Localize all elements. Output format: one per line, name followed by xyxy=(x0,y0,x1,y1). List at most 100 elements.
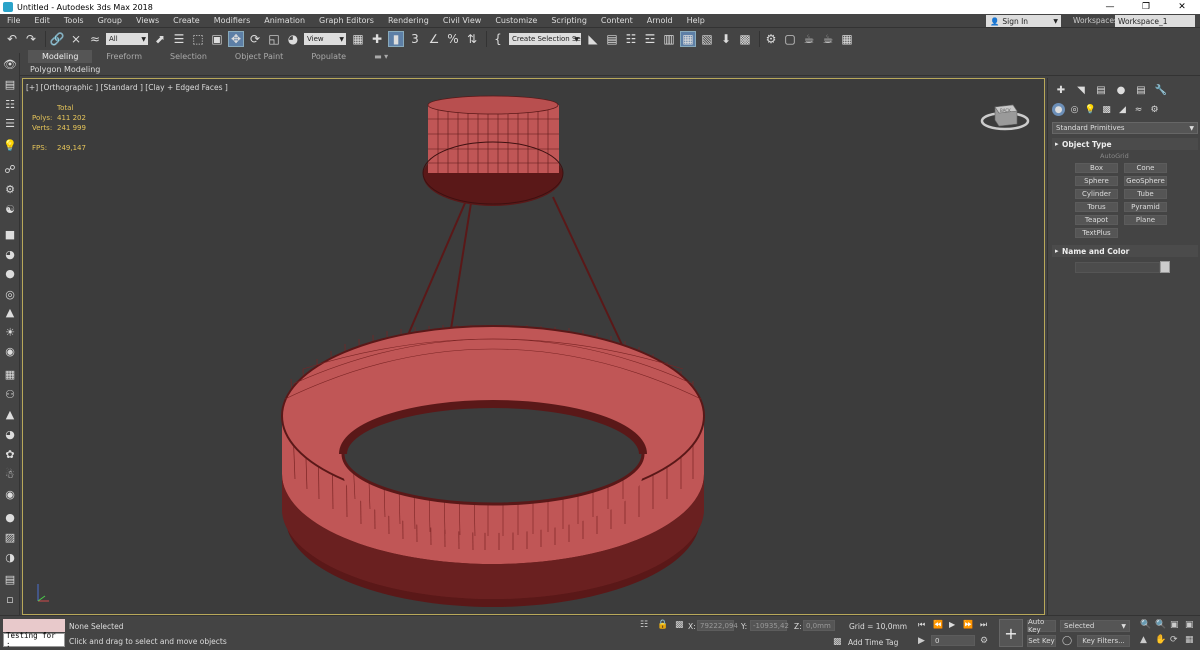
key-mode-toggle-icon[interactable]: ▶ xyxy=(918,636,925,646)
selection-filter-dropdown[interactable]: All ▼ xyxy=(106,33,148,45)
textplus-button[interactable]: TextPlus xyxy=(1075,228,1118,238)
pan-icon[interactable]: ✋ xyxy=(1155,635,1166,645)
tab-freeform[interactable]: Freeform xyxy=(92,50,156,63)
spacewarp-icon[interactable]: ☯ xyxy=(3,203,17,216)
list-icon[interactable]: ☰ xyxy=(3,117,17,130)
display-icon[interactable]: ▤ xyxy=(3,573,17,586)
menu-tools[interactable]: Tools xyxy=(57,16,91,25)
render-iterative-icon[interactable]: ☕ xyxy=(820,31,836,47)
utility-icon[interactable]: ▫ xyxy=(3,593,17,606)
spinner-snap-icon[interactable]: ⇅ xyxy=(464,31,480,47)
go-to-end-icon[interactable]: ⏭ xyxy=(980,620,987,630)
space-warps-icon[interactable]: ≈ xyxy=(1132,103,1145,116)
tab-modeling[interactable]: Modeling xyxy=(28,50,93,63)
set-key-button[interactable]: + xyxy=(999,619,1023,647)
teapot-button[interactable]: Teapot xyxy=(1075,215,1118,225)
helper-icon[interactable]: ⚙ xyxy=(3,183,17,196)
restore-button[interactable]: ❐ xyxy=(1128,0,1164,14)
undo-icon[interactable]: ↶ xyxy=(4,31,20,47)
key-tangent-icon[interactable]: ◯ xyxy=(1062,636,1072,646)
pivot-center-icon[interactable]: ▦ xyxy=(350,31,366,47)
render-production-icon[interactable]: ☕ xyxy=(801,31,817,47)
autogrid-checkbox[interactable]: AutoGrid xyxy=(1100,152,1129,160)
cameras-icon[interactable]: ▩ xyxy=(1100,103,1113,116)
render-to-texture-icon[interactable]: ▦ xyxy=(839,31,855,47)
material-editor-icon[interactable]: ▩ xyxy=(737,31,753,47)
shapes-icon[interactable]: ◎ xyxy=(1068,103,1081,116)
pyramid-button[interactable]: Pyramid xyxy=(1124,202,1167,212)
box-icon[interactable]: ■ xyxy=(3,228,17,241)
cone-button[interactable]: Cone xyxy=(1124,163,1167,173)
orbit-icon[interactable]: ⟳ xyxy=(1170,635,1178,645)
keyboard-shortcut-override-icon[interactable]: ▮ xyxy=(388,31,404,47)
workspace-dropdown[interactable]: Workspace_1 xyxy=(1115,15,1195,27)
set-key-mode-button[interactable]: Set Key xyxy=(1027,635,1056,647)
geosphere-button[interactable]: GeoSphere xyxy=(1124,176,1167,186)
curve-editor-icon[interactable]: ▧ xyxy=(699,31,715,47)
create-tab-icon[interactable]: ✚ xyxy=(1052,83,1070,97)
menu-help[interactable]: Help xyxy=(680,16,712,25)
menu-civil-view[interactable]: Civil View xyxy=(436,16,489,25)
edit-named-selection-icon[interactable]: { xyxy=(490,31,506,47)
object-color-swatch[interactable] xyxy=(1160,261,1170,273)
menu-rendering[interactable]: Rendering xyxy=(381,16,436,25)
window-crossing-icon[interactable]: ▣ xyxy=(209,31,225,47)
zoom-extents-all-icon[interactable]: ▣ xyxy=(1185,620,1194,630)
object-properties-icon[interactable]: ▨ xyxy=(3,531,17,544)
scene-explorer-icon[interactable]: ☲ xyxy=(642,31,658,47)
selection-lock-icon[interactable]: 🔒 xyxy=(657,620,668,630)
percent-snap-icon[interactable]: % xyxy=(445,31,461,47)
perspective-viewport[interactable]: [+] [Orthographic ] [Standard ] [Clay + … xyxy=(22,78,1045,615)
time-tag-icon[interactable]: ▩ xyxy=(833,637,842,647)
render-setup-icon[interactable]: ⚙ xyxy=(763,31,779,47)
zoom-all-icon[interactable]: 🔍 xyxy=(1155,620,1166,630)
scale-icon[interactable]: ◱ xyxy=(266,31,282,47)
absolute-mode-icon[interactable]: ▩ xyxy=(675,620,684,630)
ribbon-options-icon[interactable]: ▬ ▾ xyxy=(360,50,402,63)
current-frame-field[interactable]: 0 xyxy=(931,635,975,646)
camera-icon[interactable]: ☍ xyxy=(3,163,17,176)
render-sphere-icon[interactable]: ● xyxy=(3,511,17,524)
select-manipulate-icon[interactable]: ✚ xyxy=(369,31,385,47)
lights-icon[interactable]: 💡 xyxy=(1084,103,1097,116)
menu-graph-editors[interactable]: Graph Editors xyxy=(312,16,381,25)
angle-snap-icon[interactable]: ∠ xyxy=(426,31,442,47)
menu-customize[interactable]: Customize xyxy=(488,16,544,25)
motion-tab-icon[interactable]: ● xyxy=(1112,83,1130,97)
color-clipboard-icon[interactable]: ◑ xyxy=(3,551,17,564)
reference-coordinate-dropdown[interactable]: View ▼ xyxy=(304,33,346,45)
key-selection-dropdown[interactable]: Selected ▼ xyxy=(1060,620,1130,632)
sphere-icon[interactable]: ● xyxy=(3,267,17,280)
layer-icon[interactable]: ☷ xyxy=(3,98,17,111)
hemisphere-icon[interactable]: ◕ xyxy=(3,248,17,261)
menu-group[interactable]: Group xyxy=(91,16,129,25)
isolate-selection-icon[interactable]: ☷ xyxy=(640,620,648,630)
name-and-color-rollout[interactable]: Name and Color xyxy=(1052,245,1198,257)
primitive-category-dropdown[interactable]: Standard Primitives ▼ xyxy=(1052,122,1198,134)
field-of-view-icon[interactable]: ▲ xyxy=(1140,635,1147,645)
bind-spacewarp-icon[interactable]: ≈ xyxy=(87,31,103,47)
modify-tab-icon[interactable]: ◥ xyxy=(1072,83,1090,97)
auto-key-button[interactable]: Auto Key xyxy=(1027,618,1056,634)
menu-arnold[interactable]: Arnold xyxy=(640,16,680,25)
time-configuration-icon[interactable]: ⚙ xyxy=(980,636,988,646)
chandelier-model[interactable] xyxy=(23,79,1045,615)
tab-object-paint[interactable]: Object Paint xyxy=(221,50,297,63)
sun-icon[interactable]: ☀ xyxy=(3,326,17,339)
zoom-icon[interactable]: 🔍 xyxy=(1140,620,1151,630)
geometry-icon[interactable]: ● xyxy=(1052,103,1065,116)
menu-scripting[interactable]: Scripting xyxy=(544,16,594,25)
minimize-button[interactable]: — xyxy=(1092,0,1128,14)
placement-icon[interactable]: ◕ xyxy=(285,31,301,47)
layer-explorer-icon[interactable]: ☷ xyxy=(623,31,639,47)
cone-icon[interactable]: ▲ xyxy=(3,306,17,319)
utilities-tab-icon[interactable]: 🔧 xyxy=(1152,83,1170,97)
x-coord-field[interactable]: 79222,094 xyxy=(697,620,738,631)
viewcube[interactable]: BACK xyxy=(980,99,1030,134)
close-button[interactable]: ✕ xyxy=(1164,0,1200,14)
select-by-name-icon[interactable]: ☰ xyxy=(171,31,187,47)
scene-explorer-icon[interactable]: ▤ xyxy=(3,78,17,91)
add-time-tag[interactable]: Add Time Tag xyxy=(848,638,898,647)
z-coord-field[interactable]: 0,0mm xyxy=(803,620,835,631)
schematic-view-icon[interactable]: ⬇ xyxy=(718,31,734,47)
